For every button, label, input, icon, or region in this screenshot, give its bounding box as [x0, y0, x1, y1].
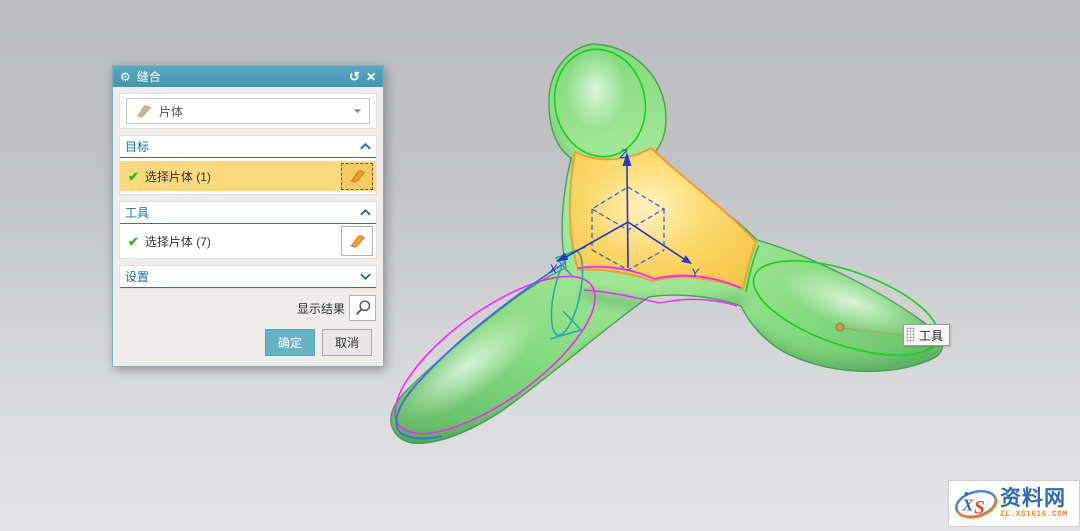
- section-settings-label: 设置: [125, 268, 360, 285]
- target-sheet-button[interactable]: [341, 163, 373, 190]
- logo-letter-x: X: [962, 495, 975, 514]
- check-icon: ✔: [128, 170, 139, 183]
- watermark: X S 资料网 ZL.XS1616.COM: [948, 480, 1080, 527]
- watermark-site-url: ZL.XS1616.COM: [1000, 511, 1068, 519]
- tool-selection-tag[interactable]: 工具: [903, 324, 950, 346]
- section-settings[interactable]: 设置: [120, 266, 376, 288]
- magnifier-icon: [354, 299, 372, 317]
- show-result-label: 显示结果: [297, 300, 345, 317]
- tool-selection-ball[interactable]: [836, 323, 844, 331]
- section-tool-label: 工具: [125, 204, 360, 221]
- check-icon: ✔: [128, 235, 139, 248]
- reset-icon[interactable]: ↺: [349, 70, 360, 83]
- sheet-body-icon: [348, 233, 367, 249]
- dropdown-caret-icon: [353, 108, 362, 114]
- dialog-titlebar[interactable]: ⚙ 缝合 ↺ ✕: [113, 66, 383, 87]
- logo-letter-s: S: [974, 497, 985, 518]
- settings-group: 设置: [119, 265, 377, 289]
- axis-label-y: Y: [691, 266, 700, 280]
- axis-label-z: Z: [619, 147, 628, 161]
- type-filter-group: 片体: [119, 93, 377, 129]
- tag-label: 工具: [915, 327, 949, 344]
- target-face-shading: [587, 162, 703, 258]
- tag-drag-handle-icon[interactable]: [906, 327, 915, 343]
- chevron-down-icon[interactable]: [360, 273, 371, 280]
- axis-label-x: X: [548, 262, 558, 276]
- tool-select-row[interactable]: ✔ 选择片体 (7): [120, 224, 376, 258]
- xs-logo-icon: X S: [952, 484, 1000, 524]
- sew-dialog: ⚙ 缝合 ↺ ✕ 片体 目标: [112, 65, 384, 367]
- tool-select-label: 选择片体 (7): [145, 233, 335, 250]
- section-tool[interactable]: 工具: [120, 202, 376, 224]
- application-window: Z X Y 工具 ⚙ 缝合 ↺ ✕ 片体: [0, 0, 1080, 531]
- section-target-label: 目标: [125, 138, 360, 155]
- ok-button[interactable]: 确定: [265, 329, 315, 356]
- type-filter-value: 片体: [159, 103, 347, 120]
- chevron-up-icon[interactable]: [360, 143, 371, 150]
- show-result-button[interactable]: [349, 295, 376, 321]
- dialog-title: 缝合: [137, 68, 343, 85]
- cancel-button[interactable]: 取消: [322, 329, 372, 356]
- chevron-up-icon[interactable]: [360, 209, 371, 216]
- watermark-site-name: 资料网: [1000, 488, 1068, 509]
- target-select-row[interactable]: ✔ 选择片体 (1): [120, 161, 376, 191]
- tool-sheet-button[interactable]: [341, 226, 373, 256]
- preview-row: 显示结果: [119, 295, 377, 321]
- target-group: 目标 ✔ 选择片体 (1): [119, 135, 377, 195]
- sheet-body-icon: [134, 103, 153, 119]
- sheet-body-icon: [348, 168, 367, 184]
- tool-group: 工具 ✔ 选择片体 (7): [119, 201, 377, 259]
- type-filter-dropdown[interactable]: 片体: [126, 98, 370, 124]
- section-target[interactable]: 目标: [120, 136, 376, 158]
- gear-icon[interactable]: ⚙: [120, 71, 131, 83]
- target-select-label: 选择片体 (1): [145, 168, 335, 185]
- dialog-buttons: 确定 取消: [119, 327, 377, 360]
- close-icon[interactable]: ✕: [366, 71, 376, 83]
